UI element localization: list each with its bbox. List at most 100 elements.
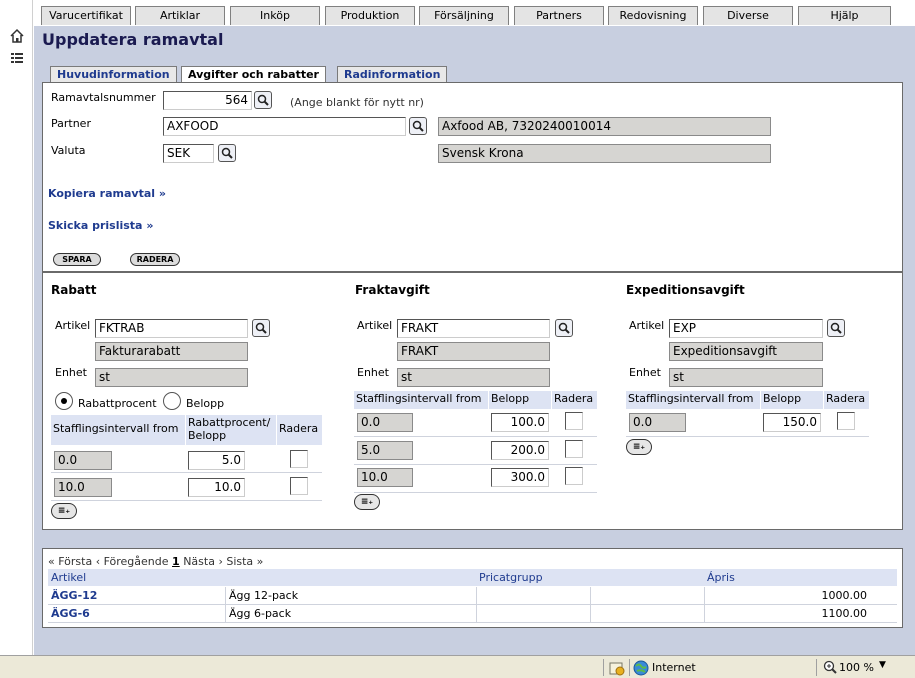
rabatt-artikel-search-button[interactable] (252, 319, 270, 337)
expedition-row1-delete-checkbox[interactable] (837, 412, 855, 430)
save-button[interactable]: SPARA (53, 253, 101, 266)
expedition-enhet-value: st (669, 368, 823, 387)
grid-col-pricatgrupp[interactable]: Pricatgrupp (479, 571, 543, 584)
expedition-title: Expeditionsavgift (626, 283, 745, 297)
expedition-col-delete: Radera (824, 391, 869, 409)
menu-partners[interactable]: Partners (514, 6, 604, 25)
rabatt-col-value-line1: Rabattprocent/ (188, 416, 271, 429)
magnifier-icon (257, 94, 269, 106)
partner-input[interactable]: AXFOOD (163, 117, 406, 136)
frakt-row2-value[interactable]: 200.0 (491, 441, 549, 460)
frakt-row1-delete-checkbox[interactable] (565, 412, 583, 430)
grid-row2-pris: 1100.00 (821, 607, 868, 620)
rabatt-enhet-label: Enhet (55, 366, 87, 379)
menu-redovisning[interactable]: Redovisning (608, 6, 698, 25)
expedition-add-row-button[interactable]: ≡₊ (626, 439, 652, 455)
copy-contract-link[interactable]: Kopiera ramavtal » (48, 187, 166, 200)
valuta-input[interactable]: SEK (163, 144, 214, 163)
home-icon[interactable] (9, 28, 25, 44)
top-menu: Varucertifikat Artiklar Inköp Produktion… (34, 0, 915, 26)
menu-forsaljning[interactable]: Försäljning (419, 6, 509, 25)
rabatt-add-row-button[interactable]: ≡₊ (51, 503, 77, 519)
expedition-row1-value[interactable]: 150.0 (763, 413, 821, 432)
rabatt-col-value: Rabattprocent/ Belopp (186, 415, 276, 445)
rabattprocent-radio[interactable] (55, 392, 73, 410)
rabattprocent-label: Rabattprocent (78, 397, 157, 410)
statusbar-divider (816, 659, 817, 676)
grid-col-artikel[interactable]: Artikel (51, 571, 86, 584)
rabatt-col-interval: Stafflingsintervall from (51, 415, 185, 445)
valuta-label: Valuta (51, 144, 86, 157)
magnifier-icon (412, 120, 424, 132)
frakt-row2-delete-checkbox[interactable] (565, 440, 583, 458)
grid-row1-artikel[interactable]: ÄGG-12 (51, 587, 97, 605)
frakt-artikel-input[interactable]: FRAKT (397, 319, 550, 338)
frakt-add-row-button[interactable]: ≡₊ (354, 494, 380, 510)
expedition-col-value: Belopp (761, 391, 823, 409)
list-icon[interactable] (9, 50, 25, 66)
frakt-enhet-value: st (397, 368, 550, 387)
rabatt-artikel-label: Artikel (55, 319, 91, 332)
menu-artiklar[interactable]: Artiklar (135, 6, 225, 25)
frakt-artikel-search-button[interactable] (555, 319, 573, 337)
grid-row2-artikel[interactable]: ÄGG-6 (51, 605, 90, 623)
browser-statusbar: Internet 100 % ▼ (0, 655, 915, 678)
grid-col-apris[interactable]: Ápris (707, 571, 735, 584)
rabatt-col-value-line2: Belopp (188, 429, 227, 442)
partner-search-button[interactable] (409, 117, 427, 135)
security-lock-icon (609, 662, 625, 676)
ramavtal-input[interactable]: 564 (163, 91, 252, 110)
menu-varucertifikat[interactable]: Varucertifikat (41, 6, 131, 25)
frakt-row3-delete-checkbox[interactable] (565, 467, 583, 485)
statusbar-divider (629, 659, 630, 676)
pager-first[interactable]: « Första (48, 555, 92, 568)
frakt-row3-from: 10.0 (357, 468, 413, 487)
tab-huvudinformation[interactable]: Huvudinformation (50, 66, 177, 82)
expedition-artikel-description: Expeditionsavgift (669, 342, 823, 361)
frakt-row1-from: 0.0 (357, 413, 413, 432)
expedition-artikel-search-button[interactable] (827, 319, 845, 337)
rabatt-row2-delete-checkbox[interactable] (290, 477, 308, 495)
pager-prev[interactable]: ‹ Föregående (96, 555, 169, 568)
grid-row1-pris: 1000.00 (821, 589, 868, 602)
zone-label: Internet (652, 661, 696, 674)
expedition-artikel-input[interactable]: EXP (669, 319, 823, 338)
menu-produktion[interactable]: Produktion (325, 6, 415, 25)
pager-current: 1 (172, 555, 180, 568)
header-panel (42, 82, 903, 272)
frakt-artikel-description: FRAKT (397, 342, 550, 361)
expedition-artikel-label: Artikel (629, 319, 665, 332)
ramavtal-search-button[interactable] (254, 91, 272, 109)
magnifier-icon (558, 322, 570, 334)
rabatt-artikel-description: Fakturarabatt (95, 342, 248, 361)
rabatt-row2-value[interactable]: 10.0 (188, 478, 245, 497)
frakt-row1-value[interactable]: 100.0 (491, 413, 549, 432)
zoom-level[interactable]: 100 % (839, 661, 874, 674)
menu-inkop[interactable]: Inköp (230, 6, 320, 25)
frakt-row2-from: 5.0 (357, 441, 413, 460)
tab-radinformation[interactable]: Radinformation (337, 66, 448, 82)
zoom-icon[interactable] (823, 660, 837, 674)
rabatt-row1-delete-checkbox[interactable] (290, 450, 308, 468)
send-pricelist-link[interactable]: Skicka prislista » (48, 219, 153, 232)
belopp-radio[interactable] (163, 392, 181, 410)
valuta-search-button[interactable] (218, 144, 236, 162)
pager-next[interactable]: Nästa › (183, 555, 223, 568)
frakt-row3-value[interactable]: 300.0 (491, 468, 549, 487)
zoom-dropdown-icon[interactable]: ▼ (879, 660, 886, 670)
rabatt-row1-value[interactable]: 5.0 (188, 451, 245, 470)
delete-button[interactable]: RADERA (130, 253, 180, 266)
frakt-enhet-label: Enhet (357, 366, 389, 379)
pager-last[interactable]: Sista » (226, 555, 263, 568)
statusbar-divider (603, 659, 604, 676)
rabatt-row1-from: 0.0 (54, 451, 112, 470)
menu-diverse[interactable]: Diverse (703, 6, 793, 25)
frakt-col-interval: Stafflingsintervall from (354, 391, 488, 409)
frakt-artikel-label: Artikel (357, 319, 393, 332)
rabatt-artikel-input[interactable]: FKTRAB (95, 319, 248, 338)
menu-hjalp[interactable]: Hjälp (798, 6, 891, 25)
tab-avgifter-och-rabatter[interactable]: Avgifter och rabatter (181, 66, 326, 82)
frakt-col-delete: Radera (552, 391, 597, 409)
globe-icon (633, 660, 649, 676)
ramavtal-label: Ramavtalsnummer (51, 91, 156, 104)
